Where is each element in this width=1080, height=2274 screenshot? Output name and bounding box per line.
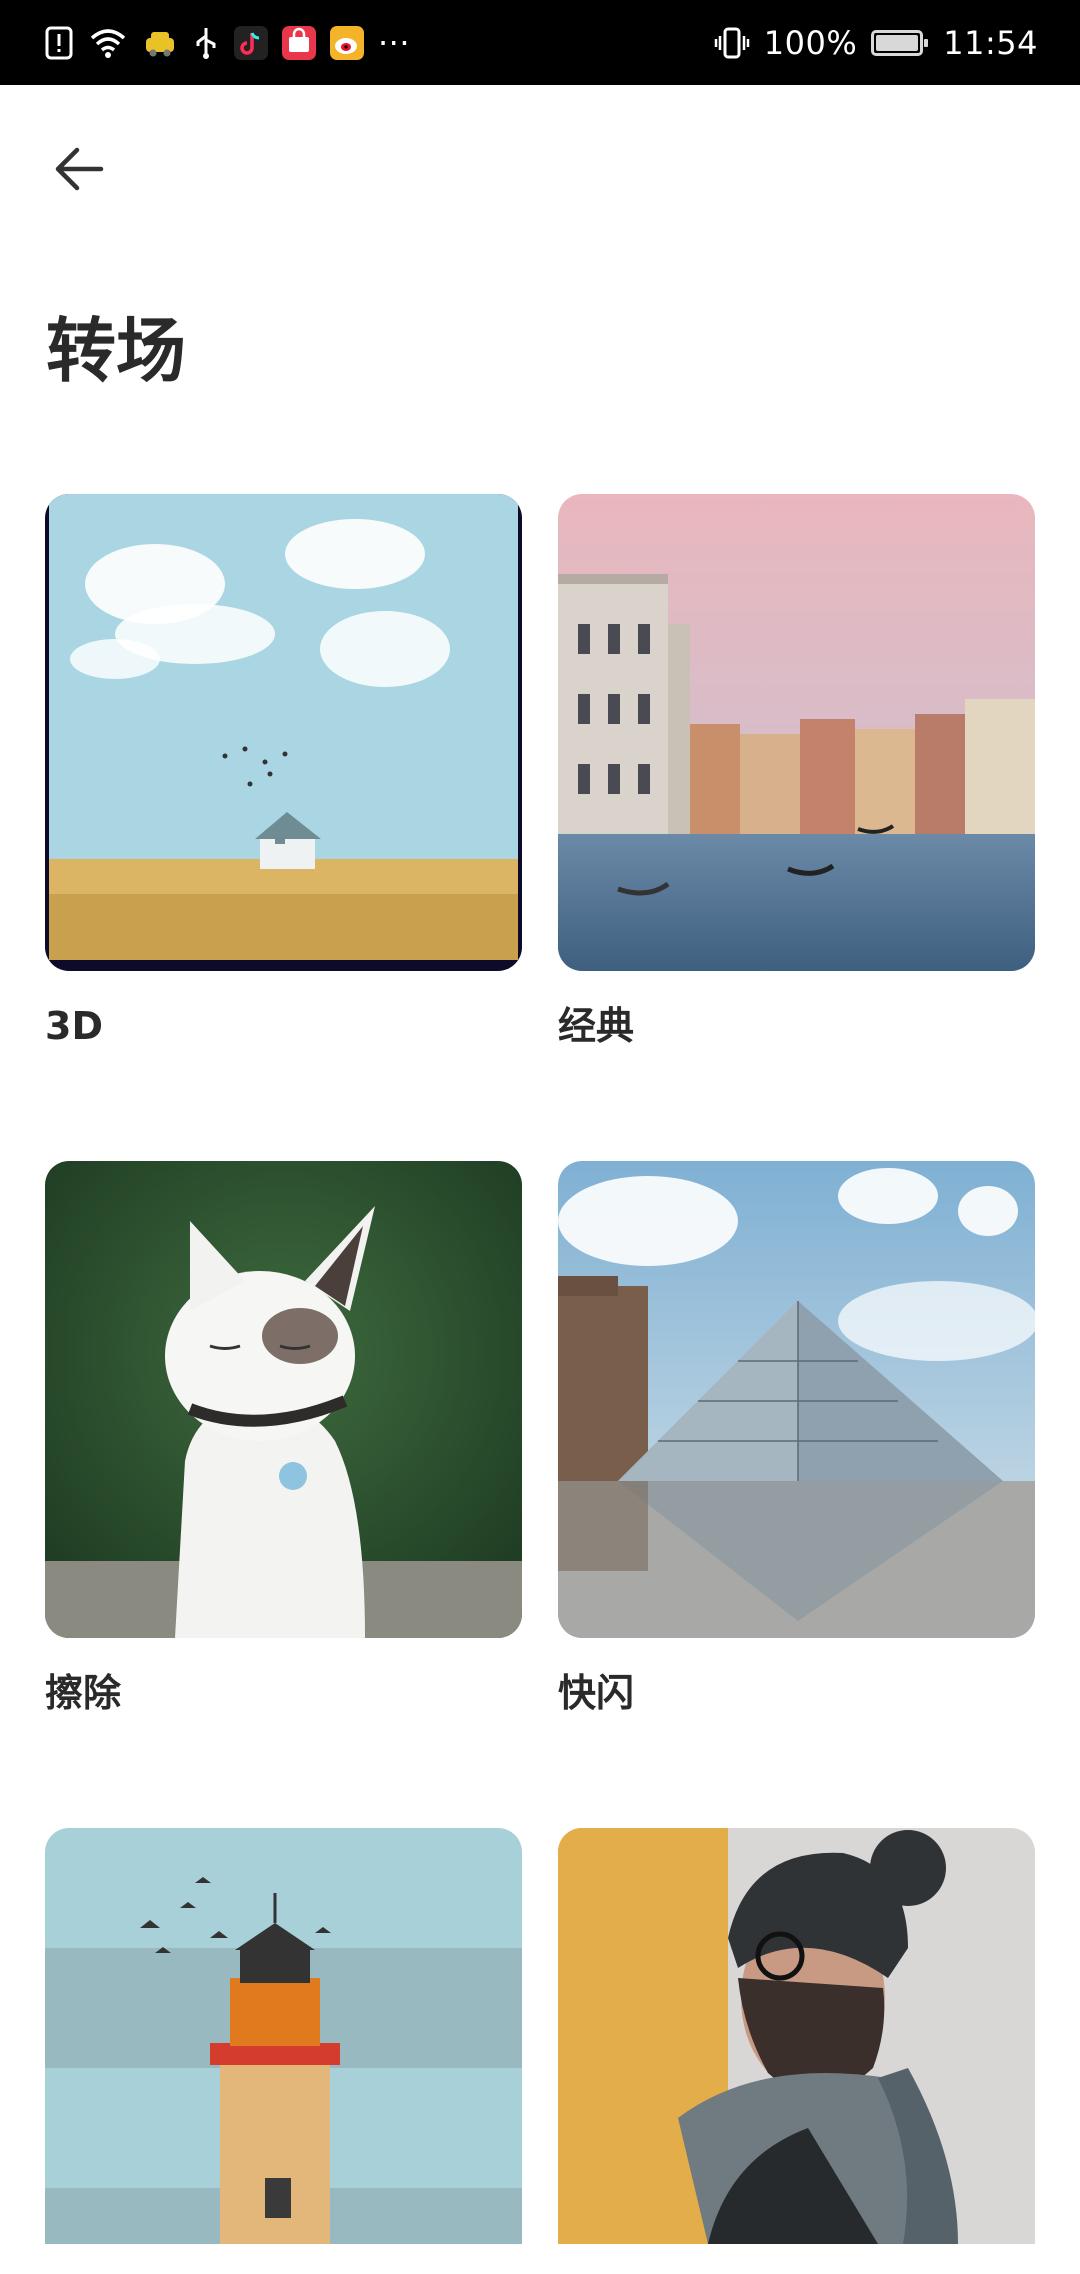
transition-label: 擦除 [45,1671,122,1715]
status-bar: ··· 100% 11:54 [0,0,1080,85]
transition-card-3d[interactable]: 3D [45,494,522,1051]
clock: 11:54 [943,23,1038,62]
usb-icon [192,26,220,60]
thumbnail-louvre-pyramid [558,1161,1035,1638]
transition-label: 3D [45,1004,103,1048]
thumbnail-lighthouse [45,1828,522,2244]
thumbnail-white-cat [45,1161,522,1638]
page-title: 转场 [46,310,186,392]
transition-card-5[interactable] [45,1828,522,2274]
more-dots-icon: ··· [378,23,411,62]
weibo-icon [330,25,364,60]
back-arrow-icon [55,147,104,191]
tiktok-icon [234,25,268,60]
transition-card-flash[interactable]: 快闪 [558,1161,1035,1718]
transition-label: 快闪 [558,1671,635,1715]
battery-icon [871,29,929,56]
thumbnail-house-in-wheat-field [45,494,522,971]
alert-icon [44,26,74,60]
transition-card-6[interactable] [558,1828,1035,2274]
thumbnail-venice-canal [558,494,1035,971]
back-button[interactable] [44,134,114,204]
shop-app-icon [282,25,316,60]
vibrate-icon [714,26,750,60]
thumbnail-man-with-beanie [558,1828,1035,2244]
transition-card-classic[interactable]: 经典 [558,494,1035,1051]
wifi-icon [88,26,128,60]
notification-icons: ··· [44,24,410,62]
transition-label: 经典 [558,1004,635,1048]
taxi-app-icon [142,26,178,60]
battery-percent: 100% [763,23,858,62]
system-status: 100% 11:54 [714,24,1038,62]
transition-card-wipe[interactable]: 擦除 [45,1161,522,1718]
